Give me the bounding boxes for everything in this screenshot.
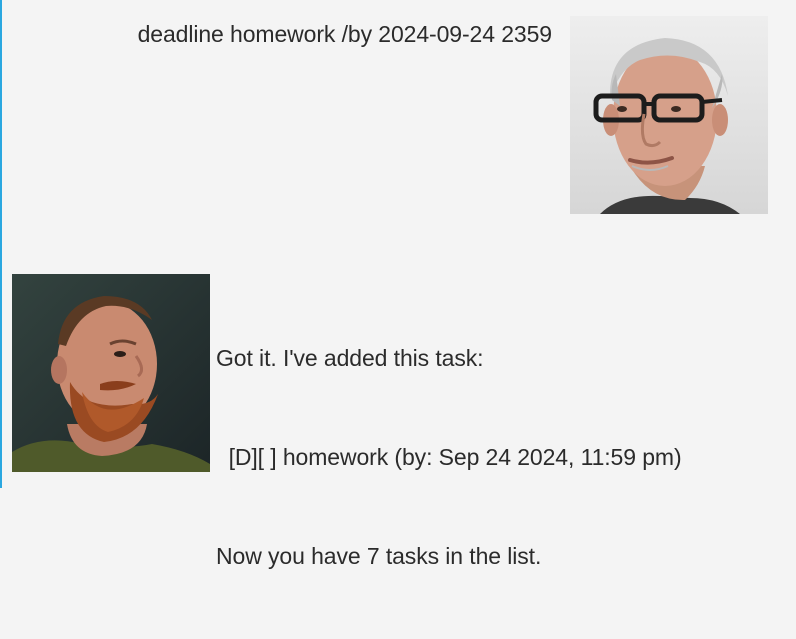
dialog-container[interactable]: deadline homework /by 2024-09-24 2359 Go…	[0, 0, 796, 569]
bot-dialog-box: Got it. I've added this task: [D][ ] hom…	[0, 262, 796, 569]
user-avatar-photo-icon	[570, 16, 768, 214]
bot-message-line: [D][ ] homework (by: Sep 24 2024, 11:59 …	[216, 444, 682, 470]
bot-message-line: Got it. I've added this task:	[216, 345, 484, 371]
user-message-text: deadline homework /by 2024-09-24 2359	[137, 21, 553, 47]
bot-message-line: Now you have 7 tasks in the list.	[216, 543, 542, 569]
user-dialog-box: deadline homework /by 2024-09-24 2359	[0, 0, 796, 230]
user-avatar	[570, 16, 768, 214]
bot-message-text: Got it. I've added this task: [D][ ] hom…	[216, 276, 682, 639]
